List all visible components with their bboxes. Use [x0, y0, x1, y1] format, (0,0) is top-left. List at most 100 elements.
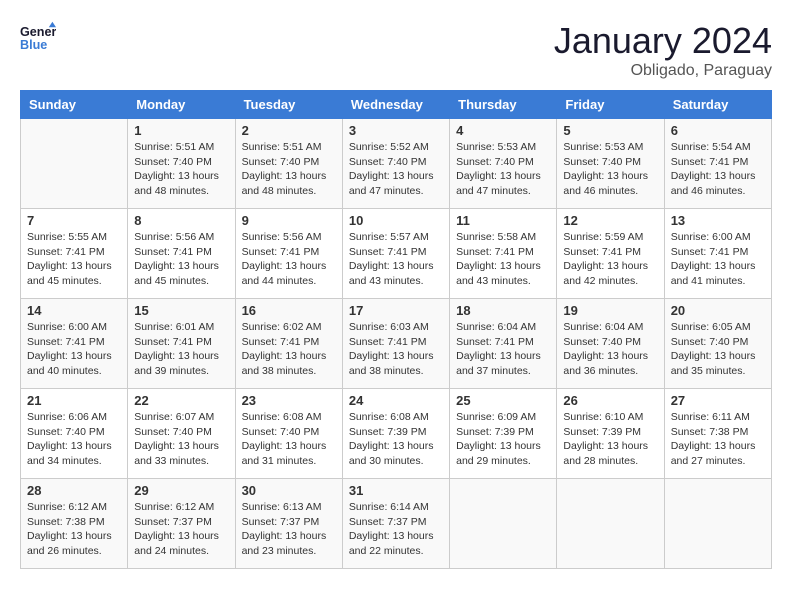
day-info: Sunrise: 6:01 AMSunset: 7:41 PMDaylight:… — [134, 320, 228, 379]
location-subtitle: Obligado, Paraguay — [554, 62, 772, 80]
table-row: 22 Sunrise: 6:07 AMSunset: 7:40 PMDayligh… — [128, 389, 235, 479]
day-number: 27 — [671, 393, 765, 408]
day-number: 4 — [456, 123, 550, 138]
day-number: 31 — [349, 483, 443, 498]
table-row: 9 Sunrise: 5:56 AMSunset: 7:41 PMDaylight… — [235, 209, 342, 299]
title-block: January 2024 Obligado, Paraguay — [554, 20, 772, 80]
day-info: Sunrise: 5:53 AMSunset: 7:40 PMDaylight:… — [456, 140, 550, 199]
calendar-table: Sunday Monday Tuesday Wednesday Thursday… — [20, 90, 772, 569]
day-number: 21 — [27, 393, 121, 408]
calendar-week-row: 1 Sunrise: 5:51 AMSunset: 7:40 PMDaylight… — [21, 119, 772, 209]
day-info: Sunrise: 6:00 AMSunset: 7:41 PMDaylight:… — [671, 230, 765, 289]
table-row: 31Sunrise: 6:14 AMSunset: 7:37 PMDayligh… — [342, 479, 449, 569]
col-monday: Monday — [128, 91, 235, 119]
day-number: 10 — [349, 213, 443, 228]
day-number: 24 — [349, 393, 443, 408]
page-header: General Blue January 2024 Obligado, Para… — [20, 20, 772, 80]
day-number: 16 — [242, 303, 336, 318]
table-row: 16Sunrise: 6:02 AMSunset: 7:41 PMDayligh… — [235, 299, 342, 389]
table-row: 30 Sunrise: 6:13 AMSunset: 7:37 PMDayligh… — [235, 479, 342, 569]
col-sunday: Sunday — [21, 91, 128, 119]
col-thursday: Thursday — [450, 91, 557, 119]
table-row — [664, 479, 771, 569]
day-number: 29 — [134, 483, 228, 498]
table-row: 24 Sunrise: 6:08 AMSunset: 7:39 PMDayligh… — [342, 389, 449, 479]
day-info: Sunrise: 5:56 AMSunset: 7:41 PMDaylight:… — [134, 230, 228, 289]
day-info: Sunrise: 5:51 AMSunset: 7:40 PMDaylight:… — [242, 140, 336, 199]
day-info: Sunrise: 6:13 AMSunset: 7:37 PMDaylight:… — [242, 500, 336, 559]
table-row: 20 Sunrise: 6:05 AMSunset: 7:40 PMDayligh… — [664, 299, 771, 389]
day-number: 20 — [671, 303, 765, 318]
day-number: 2 — [242, 123, 336, 138]
logo-icon: General Blue — [20, 20, 56, 56]
table-row: 18 Sunrise: 6:04 AMSunset: 7:41 PMDayligh… — [450, 299, 557, 389]
day-number: 22 — [134, 393, 228, 408]
table-row: 26Sunrise: 6:10 AMSunset: 7:39 PMDayligh… — [557, 389, 664, 479]
table-row: 29Sunrise: 6:12 AMSunset: 7:37 PMDayligh… — [128, 479, 235, 569]
day-number: 11 — [456, 213, 550, 228]
svg-text:Blue: Blue — [20, 38, 47, 52]
day-number: 13 — [671, 213, 765, 228]
calendar-week-row: 21 Sunrise: 6:06 AMSunset: 7:40 PMDayligh… — [21, 389, 772, 479]
calendar-week-row: 14 Sunrise: 6:00 AMSunset: 7:41 PMDayligh… — [21, 299, 772, 389]
table-row: 10Sunrise: 5:57 AMSunset: 7:41 PMDayligh… — [342, 209, 449, 299]
table-row: 21 Sunrise: 6:06 AMSunset: 7:40 PMDayligh… — [21, 389, 128, 479]
table-row: 5Sunrise: 5:53 AMSunset: 7:40 PMDaylight… — [557, 119, 664, 209]
day-info: Sunrise: 6:07 AMSunset: 7:40 PMDaylight:… — [134, 410, 228, 469]
table-row: 14 Sunrise: 6:00 AMSunset: 7:41 PMDayligh… — [21, 299, 128, 389]
day-info: Sunrise: 6:09 AMSunset: 7:39 PMDaylight:… — [456, 410, 550, 469]
day-info: Sunrise: 6:04 AMSunset: 7:40 PMDaylight:… — [563, 320, 657, 379]
day-info: Sunrise: 6:05 AMSunset: 7:40 PMDaylight:… — [671, 320, 765, 379]
day-info: Sunrise: 5:56 AMSunset: 7:41 PMDaylight:… — [242, 230, 336, 289]
table-row: 25Sunrise: 6:09 AMSunset: 7:39 PMDayligh… — [450, 389, 557, 479]
day-info: Sunrise: 5:58 AMSunset: 7:41 PMDaylight:… — [456, 230, 550, 289]
table-row: 8 Sunrise: 5:56 AMSunset: 7:41 PMDaylight… — [128, 209, 235, 299]
day-info: Sunrise: 5:54 AMSunset: 7:41 PMDaylight:… — [671, 140, 765, 199]
table-row: 1 Sunrise: 5:51 AMSunset: 7:40 PMDaylight… — [128, 119, 235, 209]
col-saturday: Saturday — [664, 91, 771, 119]
day-info: Sunrise: 5:53 AMSunset: 7:40 PMDaylight:… — [563, 140, 657, 199]
day-number: 8 — [134, 213, 228, 228]
header-row: Sunday Monday Tuesday Wednesday Thursday… — [21, 91, 772, 119]
table-row: 28Sunrise: 6:12 AMSunset: 7:38 PMDayligh… — [21, 479, 128, 569]
day-number: 1 — [134, 123, 228, 138]
day-number: 18 — [456, 303, 550, 318]
day-info: Sunrise: 6:08 AMSunset: 7:39 PMDaylight:… — [349, 410, 443, 469]
day-number: 12 — [563, 213, 657, 228]
logo: General Blue — [20, 20, 56, 56]
calendar-week-row: 7 Sunrise: 5:55 AMSunset: 7:41 PMDaylight… — [21, 209, 772, 299]
day-info: Sunrise: 6:11 AMSunset: 7:38 PMDaylight:… — [671, 410, 765, 469]
day-info: Sunrise: 6:04 AMSunset: 7:41 PMDaylight:… — [456, 320, 550, 379]
day-number: 9 — [242, 213, 336, 228]
table-row — [557, 479, 664, 569]
day-number: 3 — [349, 123, 443, 138]
table-row: 11 Sunrise: 5:58 AMSunset: 7:41 PMDayligh… — [450, 209, 557, 299]
day-info: Sunrise: 5:52 AMSunset: 7:40 PMDaylight:… — [349, 140, 443, 199]
table-row: 13 Sunrise: 6:00 AMSunset: 7:41 PMDayligh… — [664, 209, 771, 299]
day-number: 14 — [27, 303, 121, 318]
month-title: January 2024 — [554, 20, 772, 62]
table-row: 15 Sunrise: 6:01 AMSunset: 7:41 PMDayligh… — [128, 299, 235, 389]
table-row — [450, 479, 557, 569]
table-row: 12Sunrise: 5:59 AMSunset: 7:41 PMDayligh… — [557, 209, 664, 299]
day-number: 19 — [563, 303, 657, 318]
day-number: 7 — [27, 213, 121, 228]
table-row: 7 Sunrise: 5:55 AMSunset: 7:41 PMDaylight… — [21, 209, 128, 299]
table-row: 27 Sunrise: 6:11 AMSunset: 7:38 PMDayligh… — [664, 389, 771, 479]
day-number: 17 — [349, 303, 443, 318]
table-row — [21, 119, 128, 209]
day-number: 15 — [134, 303, 228, 318]
table-row: 19 Sunrise: 6:04 AMSunset: 7:40 PMDayligh… — [557, 299, 664, 389]
table-row: 6Sunrise: 5:54 AMSunset: 7:41 PMDaylight… — [664, 119, 771, 209]
table-row: 2 Sunrise: 5:51 AMSunset: 7:40 PMDaylight… — [235, 119, 342, 209]
day-info: Sunrise: 5:51 AMSunset: 7:40 PMDaylight:… — [134, 140, 228, 199]
col-tuesday: Tuesday — [235, 91, 342, 119]
day-info: Sunrise: 6:06 AMSunset: 7:40 PMDaylight:… — [27, 410, 121, 469]
col-wednesday: Wednesday — [342, 91, 449, 119]
day-info: Sunrise: 6:00 AMSunset: 7:41 PMDaylight:… — [27, 320, 121, 379]
day-info: Sunrise: 6:12 AMSunset: 7:38 PMDaylight:… — [27, 500, 121, 559]
table-row: 4 Sunrise: 5:53 AMSunset: 7:40 PMDaylight… — [450, 119, 557, 209]
day-info: Sunrise: 5:55 AMSunset: 7:41 PMDaylight:… — [27, 230, 121, 289]
day-number: 30 — [242, 483, 336, 498]
day-number: 23 — [242, 393, 336, 408]
